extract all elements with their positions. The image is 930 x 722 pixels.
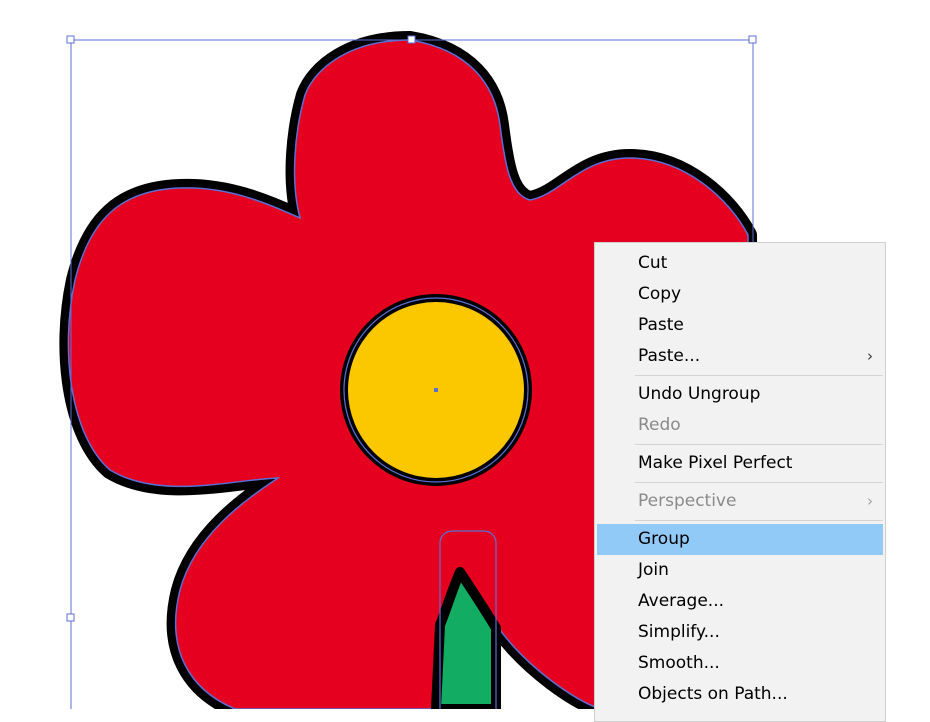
- menu-item-make-pixel-perfect[interactable]: Make Pixel Perfect: [597, 448, 883, 479]
- menu-item-undo-ungroup[interactable]: Undo Ungroup: [597, 379, 883, 410]
- menu-item-group[interactable]: Group: [597, 524, 883, 555]
- menu-item-label: Redo: [638, 415, 681, 435]
- menu-separator: [635, 520, 883, 521]
- menu-item-label: Objects on Path...: [638, 684, 788, 704]
- menu-item-copy[interactable]: Copy: [597, 279, 883, 310]
- menu-item-label: Paste...: [638, 346, 701, 366]
- selection-handle-middle-left: [66, 613, 75, 622]
- menu-item-label: Undo Ungroup: [638, 384, 761, 404]
- selection-handle-top-left: [66, 35, 75, 44]
- chevron-right-icon: ›: [867, 492, 873, 510]
- menu-item-label: Perspective: [638, 491, 737, 511]
- context-menu[interactable]: Cut Copy Paste Paste... › Undo Ungroup Re…: [594, 242, 886, 722]
- menu-item-paste[interactable]: Paste: [597, 310, 883, 341]
- menu-item-redo: Redo: [597, 410, 883, 441]
- menu-item-average[interactable]: Average...: [597, 586, 883, 617]
- menu-item-label: Make Pixel Perfect: [638, 453, 793, 473]
- chevron-right-icon: ›: [867, 347, 873, 365]
- flower-center[interactable]: [340, 294, 532, 486]
- menu-separator: [635, 482, 883, 483]
- selection-handle-top-center: [407, 35, 416, 44]
- menu-separator: [635, 375, 883, 376]
- menu-item-label: Cut: [638, 253, 668, 273]
- menu-item-simplify[interactable]: Simplify...: [597, 617, 883, 648]
- menu-item-paste-submenu[interactable]: Paste... ›: [597, 341, 883, 372]
- menu-item-objects-on-path[interactable]: Objects on Path...: [597, 679, 883, 710]
- menu-item-label: Average...: [638, 591, 725, 611]
- menu-item-cut[interactable]: Cut: [597, 248, 883, 279]
- menu-item-label: Smooth...: [638, 653, 720, 673]
- menu-item-label: Join: [638, 560, 669, 580]
- menu-item-smooth[interactable]: Smooth...: [597, 648, 883, 679]
- menu-item-label: Simplify...: [638, 622, 720, 642]
- menu-item-perspective: Perspective ›: [597, 486, 883, 517]
- menu-item-label: Group: [638, 529, 690, 549]
- menu-item-label: Copy: [638, 284, 682, 304]
- menu-item-join[interactable]: Join: [597, 555, 883, 586]
- menu-item-label: Paste: [638, 315, 684, 335]
- selection-handle-top-right: [748, 35, 757, 44]
- menu-separator: [635, 444, 883, 445]
